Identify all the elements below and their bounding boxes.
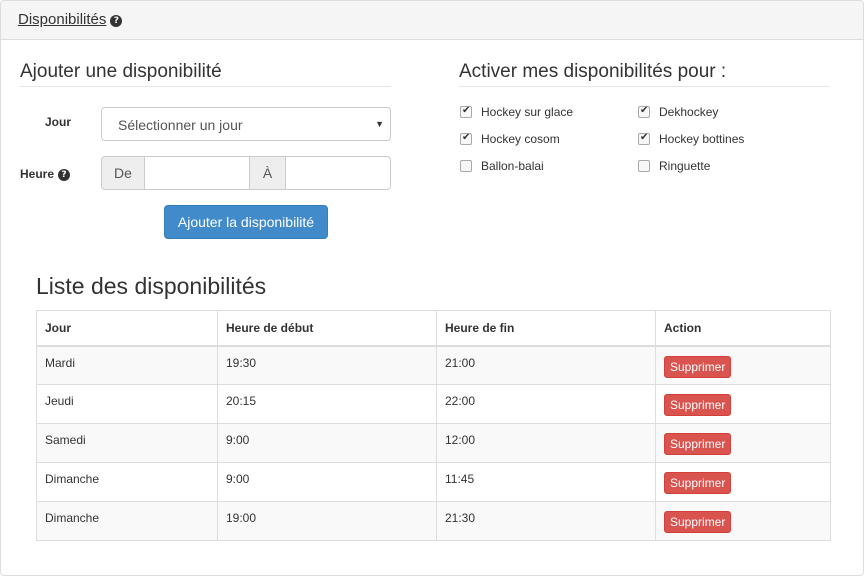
panel-title-link[interactable]: Disponibilités? bbox=[18, 11, 123, 28]
availability-table: Jour Heure de début Heure de fin Action … bbox=[36, 310, 831, 541]
time-from-input[interactable] bbox=[144, 156, 250, 190]
sport-label: Ballon-balai bbox=[481, 159, 544, 173]
column-header-day: Jour bbox=[36, 310, 218, 347]
check-icon: ✔ bbox=[640, 105, 649, 116]
time-label: Heure bbox=[20, 167, 55, 181]
cell-start: 9:00 bbox=[217, 462, 437, 502]
table-row: Mardi 19:30 21:00 Supprimer bbox=[36, 345, 831, 385]
cell-end: 21:00 bbox=[436, 345, 656, 385]
hockey-bottines-checkbox[interactable]: ✔ bbox=[638, 132, 650, 145]
cell-start: 19:00 bbox=[217, 501, 437, 541]
cell-day: Samedi bbox=[36, 423, 218, 463]
cell-action: Supprimer bbox=[655, 423, 831, 463]
day-label: Jour bbox=[45, 115, 72, 129]
column-header-end: Heure de fin bbox=[436, 310, 656, 347]
column-header-start: Heure de début bbox=[217, 310, 437, 347]
time-to-input[interactable] bbox=[285, 156, 391, 190]
time-label-group: Heure? bbox=[20, 167, 71, 181]
cell-end: 21:30 bbox=[436, 501, 656, 541]
table-row: Jeudi 20:15 22:00 Supprimer bbox=[36, 384, 831, 424]
cell-end: 22:00 bbox=[436, 384, 656, 424]
cell-action: Supprimer bbox=[655, 345, 831, 385]
delete-button[interactable]: Supprimer bbox=[664, 355, 732, 378]
availability-list-title: Liste des disponibilités bbox=[36, 273, 267, 299]
add-section-divider bbox=[20, 86, 391, 87]
activate-title: Activer mes disponibilités pour : bbox=[459, 61, 727, 82]
time-help-icon[interactable]: ? bbox=[58, 169, 71, 181]
cell-day: Dimanche bbox=[36, 462, 218, 502]
sport-label: Hockey sur glace bbox=[481, 105, 574, 119]
ringuette-checkbox[interactable] bbox=[638, 160, 650, 172]
cell-start: 20:15 bbox=[217, 384, 437, 424]
table-row: Samedi 9:00 12:00 Supprimer bbox=[36, 423, 831, 463]
day-select[interactable]: Sélectionner un jour ▼ bbox=[101, 107, 391, 141]
cell-day: Mardi bbox=[36, 345, 218, 385]
check-icon: ✔ bbox=[462, 132, 471, 143]
to-addon: À bbox=[249, 156, 286, 190]
add-availability-title: Ajouter une disponibilité bbox=[20, 61, 222, 82]
cell-end: 12:00 bbox=[436, 423, 656, 463]
sport-label: Hockey bottines bbox=[659, 132, 745, 146]
cell-day: Dimanche bbox=[36, 501, 218, 541]
check-icon: ✔ bbox=[462, 105, 471, 116]
delete-button[interactable]: Supprimer bbox=[664, 511, 732, 533]
from-addon: De bbox=[101, 156, 145, 190]
panel-title-text: Disponibilités bbox=[18, 11, 107, 28]
sport-label: Hockey cosom bbox=[481, 132, 560, 146]
day-select-value: Sélectionner un jour bbox=[118, 117, 243, 133]
sport-label: Dekhockey bbox=[659, 105, 719, 119]
cell-end: 11:45 bbox=[436, 462, 656, 502]
cell-action: Supprimer bbox=[655, 501, 831, 541]
hockey-cosom-checkbox[interactable]: ✔ bbox=[460, 132, 472, 145]
availability-panel: Disponibilités? Ajouter une disponibilit… bbox=[0, 0, 864, 576]
add-availability-button[interactable]: Ajouter la disponibilité bbox=[164, 205, 328, 239]
hockey-sur-glace-checkbox[interactable]: ✔ bbox=[460, 105, 472, 118]
cell-start: 9:00 bbox=[217, 423, 437, 463]
cell-action: Supprimer bbox=[655, 462, 831, 502]
cell-day: Jeudi bbox=[36, 384, 218, 424]
delete-button[interactable]: Supprimer bbox=[664, 394, 732, 416]
activate-section-divider bbox=[459, 86, 830, 87]
cell-start: 19:30 bbox=[217, 345, 437, 385]
cell-action: Supprimer bbox=[655, 384, 831, 424]
table-header-row: Jour Heure de début Heure de fin Action bbox=[36, 310, 831, 347]
column-header-action: Action bbox=[655, 310, 831, 347]
check-icon: ✔ bbox=[640, 132, 649, 143]
ballon-balai-checkbox[interactable] bbox=[460, 160, 472, 172]
help-icon[interactable]: ? bbox=[110, 15, 123, 27]
table-row: Dimanche 9:00 11:45 Supprimer bbox=[36, 462, 831, 502]
caret-down-icon: ▼ bbox=[375, 119, 384, 129]
table-row: Dimanche 19:00 21:30 Supprimer bbox=[36, 501, 831, 541]
panel-heading: Disponibilités? bbox=[1, 1, 863, 40]
dekhockey-checkbox[interactable]: ✔ bbox=[638, 105, 650, 118]
delete-button[interactable]: Supprimer bbox=[664, 433, 732, 455]
delete-button[interactable]: Supprimer bbox=[664, 472, 732, 494]
sport-label: Ringuette bbox=[659, 159, 711, 173]
